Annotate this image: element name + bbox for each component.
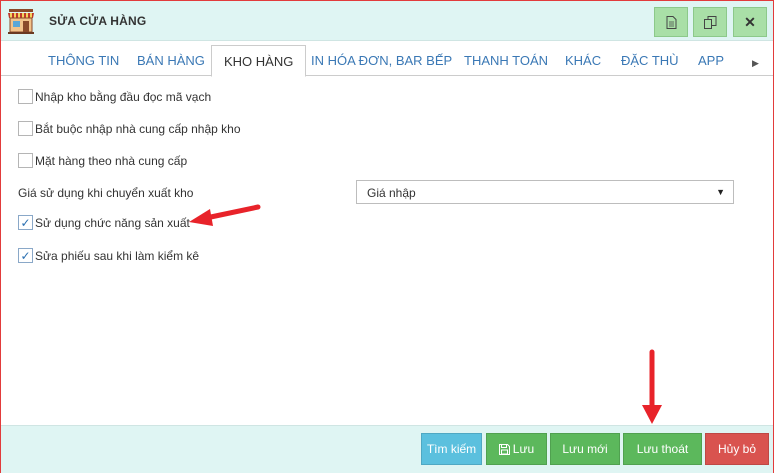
save-button[interactable]: Lưu [486, 433, 547, 465]
tab-khac[interactable]: KHÁC [565, 53, 601, 68]
cancel-button[interactable]: Hủy bỏ [705, 433, 769, 465]
floppy-disk-icon [498, 443, 510, 455]
tab-ban-hang[interactable]: BÁN HÀNG [137, 53, 205, 68]
tab-scroll-right-icon[interactable]: ▶ [752, 58, 759, 69]
tab-dac-thu[interactable]: ĐẶC THÙ [621, 53, 679, 68]
transfer-price-select[interactable]: Giá nhập ▼ [356, 180, 734, 204]
checkbox[interactable] [18, 153, 33, 168]
close-button[interactable]: ✕ [733, 7, 767, 37]
save-label: Lưu [512, 442, 535, 456]
tab-thong-tin[interactable]: THÔNG TIN [48, 53, 119, 68]
title-bar: SỬA CỬA HÀNG ✕ [1, 1, 773, 41]
document-icon [666, 15, 676, 29]
tab-bar: THÔNG TIN BÁN HÀNG KHO HÀNG IN HÓA ĐƠN, … [1, 42, 773, 77]
select-value: Giá nhập [367, 186, 416, 200]
option-edit-after-stocktake[interactable]: ✓ Sửa phiếu sau khi làm kiểm kê [18, 248, 199, 263]
option-label: Nhập kho bằng đầu đọc mã vạch [35, 89, 212, 104]
search-button[interactable]: Tìm kiếm [421, 433, 482, 465]
checkbox[interactable] [18, 89, 33, 104]
tab-app[interactable]: APP [698, 53, 724, 68]
option-label: Bắt buộc nhập nhà cung cấp nhập kho [35, 121, 241, 136]
option-items-by-supplier[interactable]: Mặt hàng theo nhà cung cấp [18, 153, 187, 168]
transfer-price-label: Giá sử dụng khi chuyển xuất kho [18, 186, 194, 200]
copy-icon [703, 15, 716, 29]
option-use-production[interactable]: ✓ Sử dụng chức năng sản xuất [18, 215, 190, 230]
option-label: Mặt hàng theo nhà cung cấp [35, 153, 188, 168]
option-label: Sử dụng chức năng sản xuất [35, 215, 190, 230]
tab-in-hoa-don[interactable]: IN HÓA ĐƠN, BAR BẾP [311, 53, 452, 68]
document-button[interactable] [654, 7, 688, 37]
checkbox[interactable] [18, 121, 33, 136]
checkbox-checked[interactable]: ✓ [18, 215, 33, 230]
close-icon: ✕ [744, 13, 756, 30]
tab-thanh-toan[interactable]: THANH TOÁN [464, 53, 548, 68]
window-title: SỬA CỬA HÀNG [49, 14, 147, 28]
save-exit-button[interactable]: Lưu thoát [623, 433, 702, 465]
option-barcode-import[interactable]: Nhập kho bằng đầu đọc mã vạch [18, 89, 211, 104]
option-label: Sửa phiếu sau khi làm kiểm kê [35, 248, 200, 263]
tab-kho-hang[interactable]: KHO HÀNG [211, 45, 307, 77]
edit-store-dialog: SỬA CỬA HÀNG ✕ THÔNG TIN BÁN HÀNG KHO HÀ… [0, 0, 774, 473]
option-require-supplier[interactable]: Bắt buộc nhập nhà cung cấp nhập kho [18, 121, 241, 136]
caret-down-icon: ▼ [716, 187, 725, 197]
storefront-icon [8, 9, 34, 34]
save-new-button[interactable]: Lưu mới [550, 433, 620, 465]
copy-button[interactable] [693, 7, 727, 37]
checkbox-checked[interactable]: ✓ [18, 248, 33, 263]
